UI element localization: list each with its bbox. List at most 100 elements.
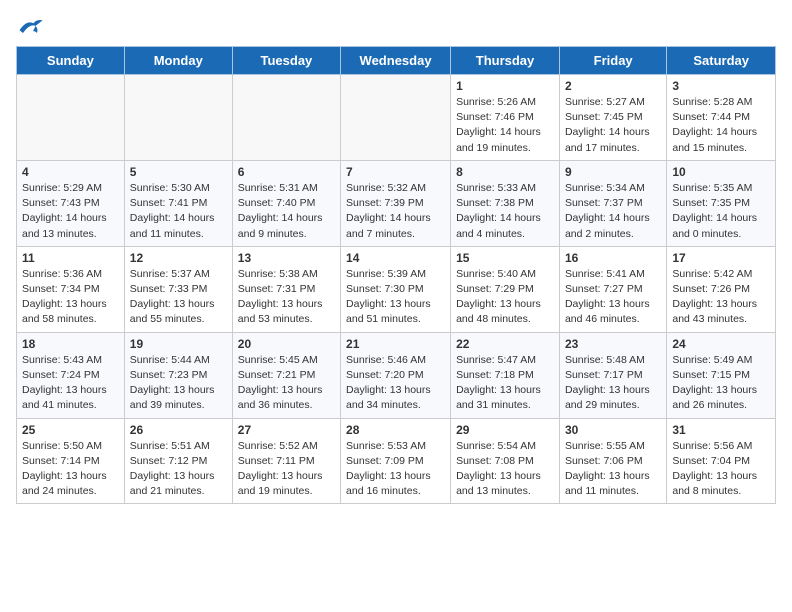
- calendar-day-cell: 7 Sunrise: 5:32 AM Sunset: 7:39 PM Daylig…: [341, 160, 451, 246]
- day-number: 17: [672, 251, 770, 265]
- calendar-day-cell: 22 Sunrise: 5:47 AM Sunset: 7:18 PM Dayli…: [451, 332, 560, 418]
- day-number: 6: [238, 165, 335, 179]
- calendar-week-row: 4Sunrise: 5:29 AM Sunset: 7:43 PM Daylig…: [17, 160, 776, 246]
- day-number: 3: [672, 79, 770, 93]
- day-info: Sunrise: 5:45 AM Sunset: 7:21 PM Dayligh…: [238, 353, 335, 414]
- day-number: 24: [672, 337, 770, 351]
- logo: [16, 16, 48, 36]
- day-number: 11: [22, 251, 119, 265]
- day-info: Sunrise: 5:40 AM Sunset: 7:29 PM Dayligh…: [456, 267, 554, 328]
- day-number: 19: [130, 337, 227, 351]
- calendar-day-cell: 30 Sunrise: 5:55 AM Sunset: 7:06 PM Dayli…: [559, 418, 666, 504]
- day-info: Sunrise: 5:32 AM Sunset: 7:39 PM Dayligh…: [346, 181, 445, 242]
- day-number: 15: [456, 251, 554, 265]
- day-number: 25: [22, 423, 119, 437]
- day-number: 31: [672, 423, 770, 437]
- calendar-day-cell: 1Sunrise: 5:26 AM Sunset: 7:46 PM Daylig…: [451, 75, 560, 161]
- calendar-day-cell: 9Sunrise: 5:34 AM Sunset: 7:37 PM Daylig…: [559, 160, 666, 246]
- calendar-table: SundayMondayTuesdayWednesdayThursdayFrid…: [16, 46, 776, 504]
- calendar-day-cell: 31 Sunrise: 5:56 AM Sunset: 7:04 PM Dayli…: [667, 418, 776, 504]
- day-info: Sunrise: 5:33 AM Sunset: 7:38 PM Dayligh…: [456, 181, 554, 242]
- day-number: 20: [238, 337, 335, 351]
- calendar-day-cell: 26 Sunrise: 5:51 AM Sunset: 7:12 PM Dayli…: [124, 418, 232, 504]
- calendar-day-cell: 16 Sunrise: 5:41 AM Sunset: 7:27 PM Dayli…: [559, 246, 666, 332]
- calendar-day-cell: 18Sunrise: 5:43 AM Sunset: 7:24 PM Dayli…: [17, 332, 125, 418]
- day-number: 28: [346, 423, 445, 437]
- calendar-day-cell: 8 Sunrise: 5:33 AM Sunset: 7:38 PM Daylig…: [451, 160, 560, 246]
- calendar-day-cell: 20 Sunrise: 5:45 AM Sunset: 7:21 PM Dayli…: [232, 332, 340, 418]
- day-info: Sunrise: 5:28 AM Sunset: 7:44 PM Dayligh…: [672, 95, 770, 156]
- day-number: 23: [565, 337, 661, 351]
- day-info: Sunrise: 5:39 AM Sunset: 7:30 PM Dayligh…: [346, 267, 445, 328]
- day-number: 5: [130, 165, 227, 179]
- day-info: Sunrise: 5:52 AM Sunset: 7:11 PM Dayligh…: [238, 439, 335, 500]
- day-info: Sunrise: 5:29 AM Sunset: 7:43 PM Dayligh…: [22, 181, 119, 242]
- day-info: Sunrise: 5:31 AM Sunset: 7:40 PM Dayligh…: [238, 181, 335, 242]
- logo-bird-icon: [16, 16, 44, 36]
- calendar-col-header: Saturday: [667, 47, 776, 75]
- day-number: 14: [346, 251, 445, 265]
- page-header: [16, 16, 776, 36]
- calendar-day-cell: 15 Sunrise: 5:40 AM Sunset: 7:29 PM Dayli…: [451, 246, 560, 332]
- day-number: 1: [456, 79, 554, 93]
- calendar-day-cell: 21 Sunrise: 5:46 AM Sunset: 7:20 PM Dayli…: [341, 332, 451, 418]
- calendar-day-cell: 27 Sunrise: 5:52 AM Sunset: 7:11 PM Dayli…: [232, 418, 340, 504]
- day-info: Sunrise: 5:46 AM Sunset: 7:20 PM Dayligh…: [346, 353, 445, 414]
- day-number: 29: [456, 423, 554, 437]
- day-info: Sunrise: 5:44 AM Sunset: 7:23 PM Dayligh…: [130, 353, 227, 414]
- calendar-col-header: Wednesday: [341, 47, 451, 75]
- day-number: 22: [456, 337, 554, 351]
- calendar-day-cell: 24 Sunrise: 5:49 AM Sunset: 7:15 PM Dayli…: [667, 332, 776, 418]
- calendar-day-cell: 12 Sunrise: 5:37 AM Sunset: 7:33 PM Dayli…: [124, 246, 232, 332]
- calendar-day-cell: [232, 75, 340, 161]
- calendar-day-cell: [341, 75, 451, 161]
- calendar-col-header: Thursday: [451, 47, 560, 75]
- calendar-day-cell: 11 Sunrise: 5:36 AM Sunset: 7:34 PM Dayli…: [17, 246, 125, 332]
- day-info: Sunrise: 5:55 AM Sunset: 7:06 PM Dayligh…: [565, 439, 661, 500]
- day-number: 10: [672, 165, 770, 179]
- calendar-col-header: Tuesday: [232, 47, 340, 75]
- day-number: 21: [346, 337, 445, 351]
- calendar-day-cell: 3 Sunrise: 5:28 AM Sunset: 7:44 PM Daylig…: [667, 75, 776, 161]
- calendar-day-cell: 13Sunrise: 5:38 AM Sunset: 7:31 PM Dayli…: [232, 246, 340, 332]
- day-info: Sunrise: 5:36 AM Sunset: 7:34 PM Dayligh…: [22, 267, 119, 328]
- calendar-day-cell: [124, 75, 232, 161]
- calendar-week-row: 25Sunrise: 5:50 AM Sunset: 7:14 PM Dayli…: [17, 418, 776, 504]
- day-number: 13: [238, 251, 335, 265]
- calendar-day-cell: 5 Sunrise: 5:30 AM Sunset: 7:41 PM Daylig…: [124, 160, 232, 246]
- day-number: 2: [565, 79, 661, 93]
- day-number: 8: [456, 165, 554, 179]
- day-info: Sunrise: 5:56 AM Sunset: 7:04 PM Dayligh…: [672, 439, 770, 500]
- calendar-day-cell: 17 Sunrise: 5:42 AM Sunset: 7:26 PM Dayli…: [667, 246, 776, 332]
- calendar-header-row: SundayMondayTuesdayWednesdayThursdayFrid…: [17, 47, 776, 75]
- day-info: Sunrise: 5:48 AM Sunset: 7:17 PM Dayligh…: [565, 353, 661, 414]
- calendar-day-cell: 23 Sunrise: 5:48 AM Sunset: 7:17 PM Dayli…: [559, 332, 666, 418]
- day-info: Sunrise: 5:51 AM Sunset: 7:12 PM Dayligh…: [130, 439, 227, 500]
- day-number: 12: [130, 251, 227, 265]
- day-info: Sunrise: 5:47 AM Sunset: 7:18 PM Dayligh…: [456, 353, 554, 414]
- calendar-day-cell: 19 Sunrise: 5:44 AM Sunset: 7:23 PM Dayli…: [124, 332, 232, 418]
- day-info: Sunrise: 5:54 AM Sunset: 7:08 PM Dayligh…: [456, 439, 554, 500]
- day-number: 30: [565, 423, 661, 437]
- calendar-day-cell: 10Sunrise: 5:35 AM Sunset: 7:35 PM Dayli…: [667, 160, 776, 246]
- day-number: 27: [238, 423, 335, 437]
- calendar-col-header: Sunday: [17, 47, 125, 75]
- calendar-week-row: 1Sunrise: 5:26 AM Sunset: 7:46 PM Daylig…: [17, 75, 776, 161]
- calendar-week-row: 18Sunrise: 5:43 AM Sunset: 7:24 PM Dayli…: [17, 332, 776, 418]
- calendar-day-cell: 25Sunrise: 5:50 AM Sunset: 7:14 PM Dayli…: [17, 418, 125, 504]
- day-info: Sunrise: 5:37 AM Sunset: 7:33 PM Dayligh…: [130, 267, 227, 328]
- calendar-week-row: 11 Sunrise: 5:36 AM Sunset: 7:34 PM Dayli…: [17, 246, 776, 332]
- day-info: Sunrise: 5:30 AM Sunset: 7:41 PM Dayligh…: [130, 181, 227, 242]
- day-number: 16: [565, 251, 661, 265]
- day-number: 26: [130, 423, 227, 437]
- calendar-day-cell: 2Sunrise: 5:27 AM Sunset: 7:45 PM Daylig…: [559, 75, 666, 161]
- calendar-day-cell: 14 Sunrise: 5:39 AM Sunset: 7:30 PM Dayli…: [341, 246, 451, 332]
- day-number: 9: [565, 165, 661, 179]
- day-number: 7: [346, 165, 445, 179]
- calendar-day-cell: 6 Sunrise: 5:31 AM Sunset: 7:40 PM Daylig…: [232, 160, 340, 246]
- calendar-day-cell: 28Sunrise: 5:53 AM Sunset: 7:09 PM Dayli…: [341, 418, 451, 504]
- day-info: Sunrise: 5:41 AM Sunset: 7:27 PM Dayligh…: [565, 267, 661, 328]
- day-info: Sunrise: 5:42 AM Sunset: 7:26 PM Dayligh…: [672, 267, 770, 328]
- day-info: Sunrise: 5:49 AM Sunset: 7:15 PM Dayligh…: [672, 353, 770, 414]
- day-info: Sunrise: 5:43 AM Sunset: 7:24 PM Dayligh…: [22, 353, 119, 414]
